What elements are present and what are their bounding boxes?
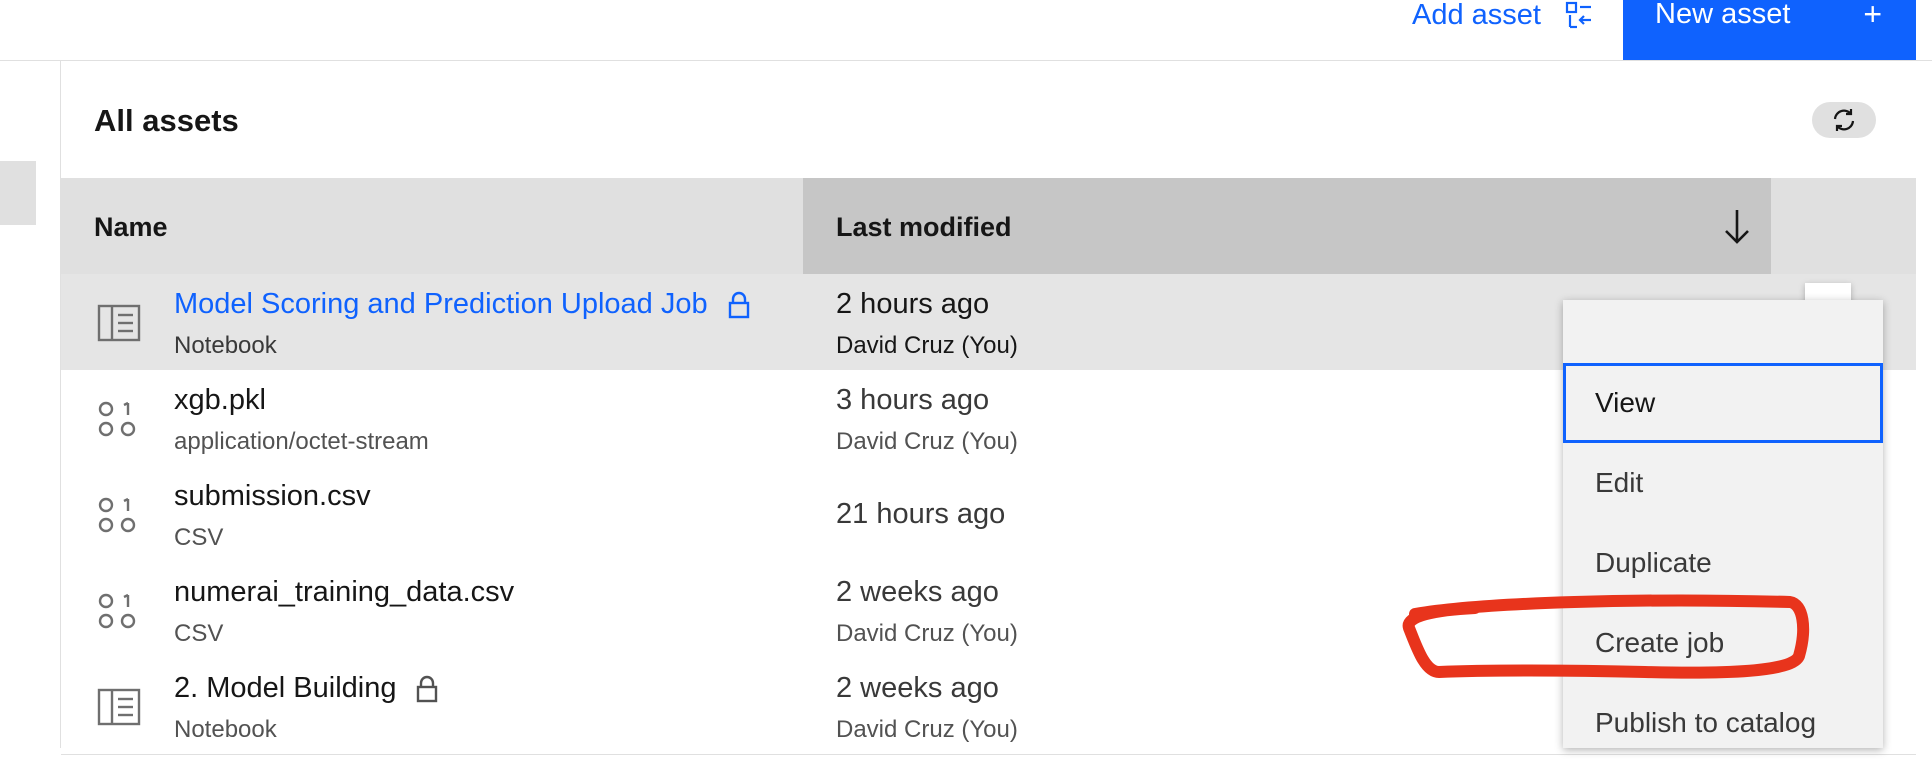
lock-icon [417, 675, 438, 702]
asset-name: Model Scoring and Prediction Upload Job [174, 288, 708, 320]
asset-type: Notebook [174, 332, 277, 359]
asset-name-link[interactable]: xgb.pkl [174, 384, 266, 417]
menu-item-edit[interactable]: Edit [1563, 443, 1883, 523]
last-modified-time: 2 weeks ago [836, 576, 999, 608]
asset-name: 2. Model Building [174, 672, 397, 704]
menu-item-label: Duplicate [1595, 547, 1712, 578]
last-modified-time: 3 hours ago [836, 384, 990, 416]
last-modified-by: David Cruz (You) [836, 428, 1018, 455]
new-asset-button[interactable]: New asset + [1623, 0, 1916, 60]
add-asset-button[interactable]: Add asset [1412, 0, 1593, 31]
menu-item-label: Edit [1595, 467, 1644, 498]
last-modified-by: David Cruz (You) [836, 332, 1018, 359]
menu-item-label: Create job [1595, 627, 1725, 658]
column-header-name[interactable]: Name [94, 212, 168, 243]
asset-type: CSV [174, 620, 224, 647]
overflow-menu: View Edit Duplicate Create job Publish t… [1563, 300, 1883, 748]
asset-name-link[interactable]: 2. Model Building [174, 672, 438, 705]
notebook-icon [97, 688, 141, 726]
sort-descending-icon[interactable] [1721, 206, 1753, 246]
lock-icon [728, 291, 749, 318]
asset-name-link[interactable]: numerai_training_data.csv [174, 576, 514, 609]
last-modified-time: 21 hours ago [836, 498, 1006, 530]
new-asset-label: New asset [1655, 0, 1791, 30]
asset-name: submission.csv [174, 480, 371, 512]
refresh-icon [1833, 109, 1855, 131]
data-asset-icon [98, 401, 136, 437]
column-header-label: Last modified [836, 212, 1012, 242]
last-modified-time: 2 hours ago [836, 288, 990, 320]
menu-item-duplicate[interactable]: Duplicate [1563, 523, 1883, 603]
asset-name: numerai_training_data.csv [174, 576, 515, 608]
side-panel-item[interactable] [0, 161, 36, 225]
data-asset-icon [98, 497, 136, 533]
asset-name: xgb.pkl [174, 384, 266, 416]
menu-item-create-job[interactable]: Create job [1563, 603, 1883, 683]
column-header-last-modified[interactable]: Last modified [803, 178, 1771, 274]
section-title: All assets [94, 103, 239, 138]
menu-item-view[interactable]: View [1563, 363, 1883, 443]
asset-name-link[interactable]: Model Scoring and Prediction Upload Job [174, 288, 750, 321]
notebook-icon [97, 304, 141, 342]
table-header: Name Last modified [61, 178, 1916, 274]
plus-icon: + [1863, 0, 1882, 32]
asset-type: Notebook [174, 716, 277, 743]
data-asset-icon [98, 593, 136, 629]
menu-item-label: Publish to catalog [1595, 707, 1817, 738]
add-asset-icon [1565, 1, 1591, 29]
menu-item-label: View [1595, 387, 1656, 418]
asset-type: application/octet-stream [174, 428, 429, 455]
menu-item-publish-to-catalog[interactable]: Publish to catalog [1563, 683, 1883, 763]
scrollbar[interactable] [1916, 0, 1932, 60]
add-asset-label: Add asset [1412, 0, 1541, 31]
asset-type: CSV [174, 524, 224, 551]
asset-name-link[interactable]: submission.csv [174, 480, 371, 513]
refresh-button[interactable] [1812, 102, 1876, 138]
last-modified-by: David Cruz (You) [836, 716, 1018, 743]
last-modified-by: David Cruz (You) [836, 620, 1018, 647]
top-toolbar: Add asset New asset + [0, 0, 1932, 61]
side-panel [0, 61, 61, 748]
last-modified-time: 2 weeks ago [836, 672, 999, 704]
